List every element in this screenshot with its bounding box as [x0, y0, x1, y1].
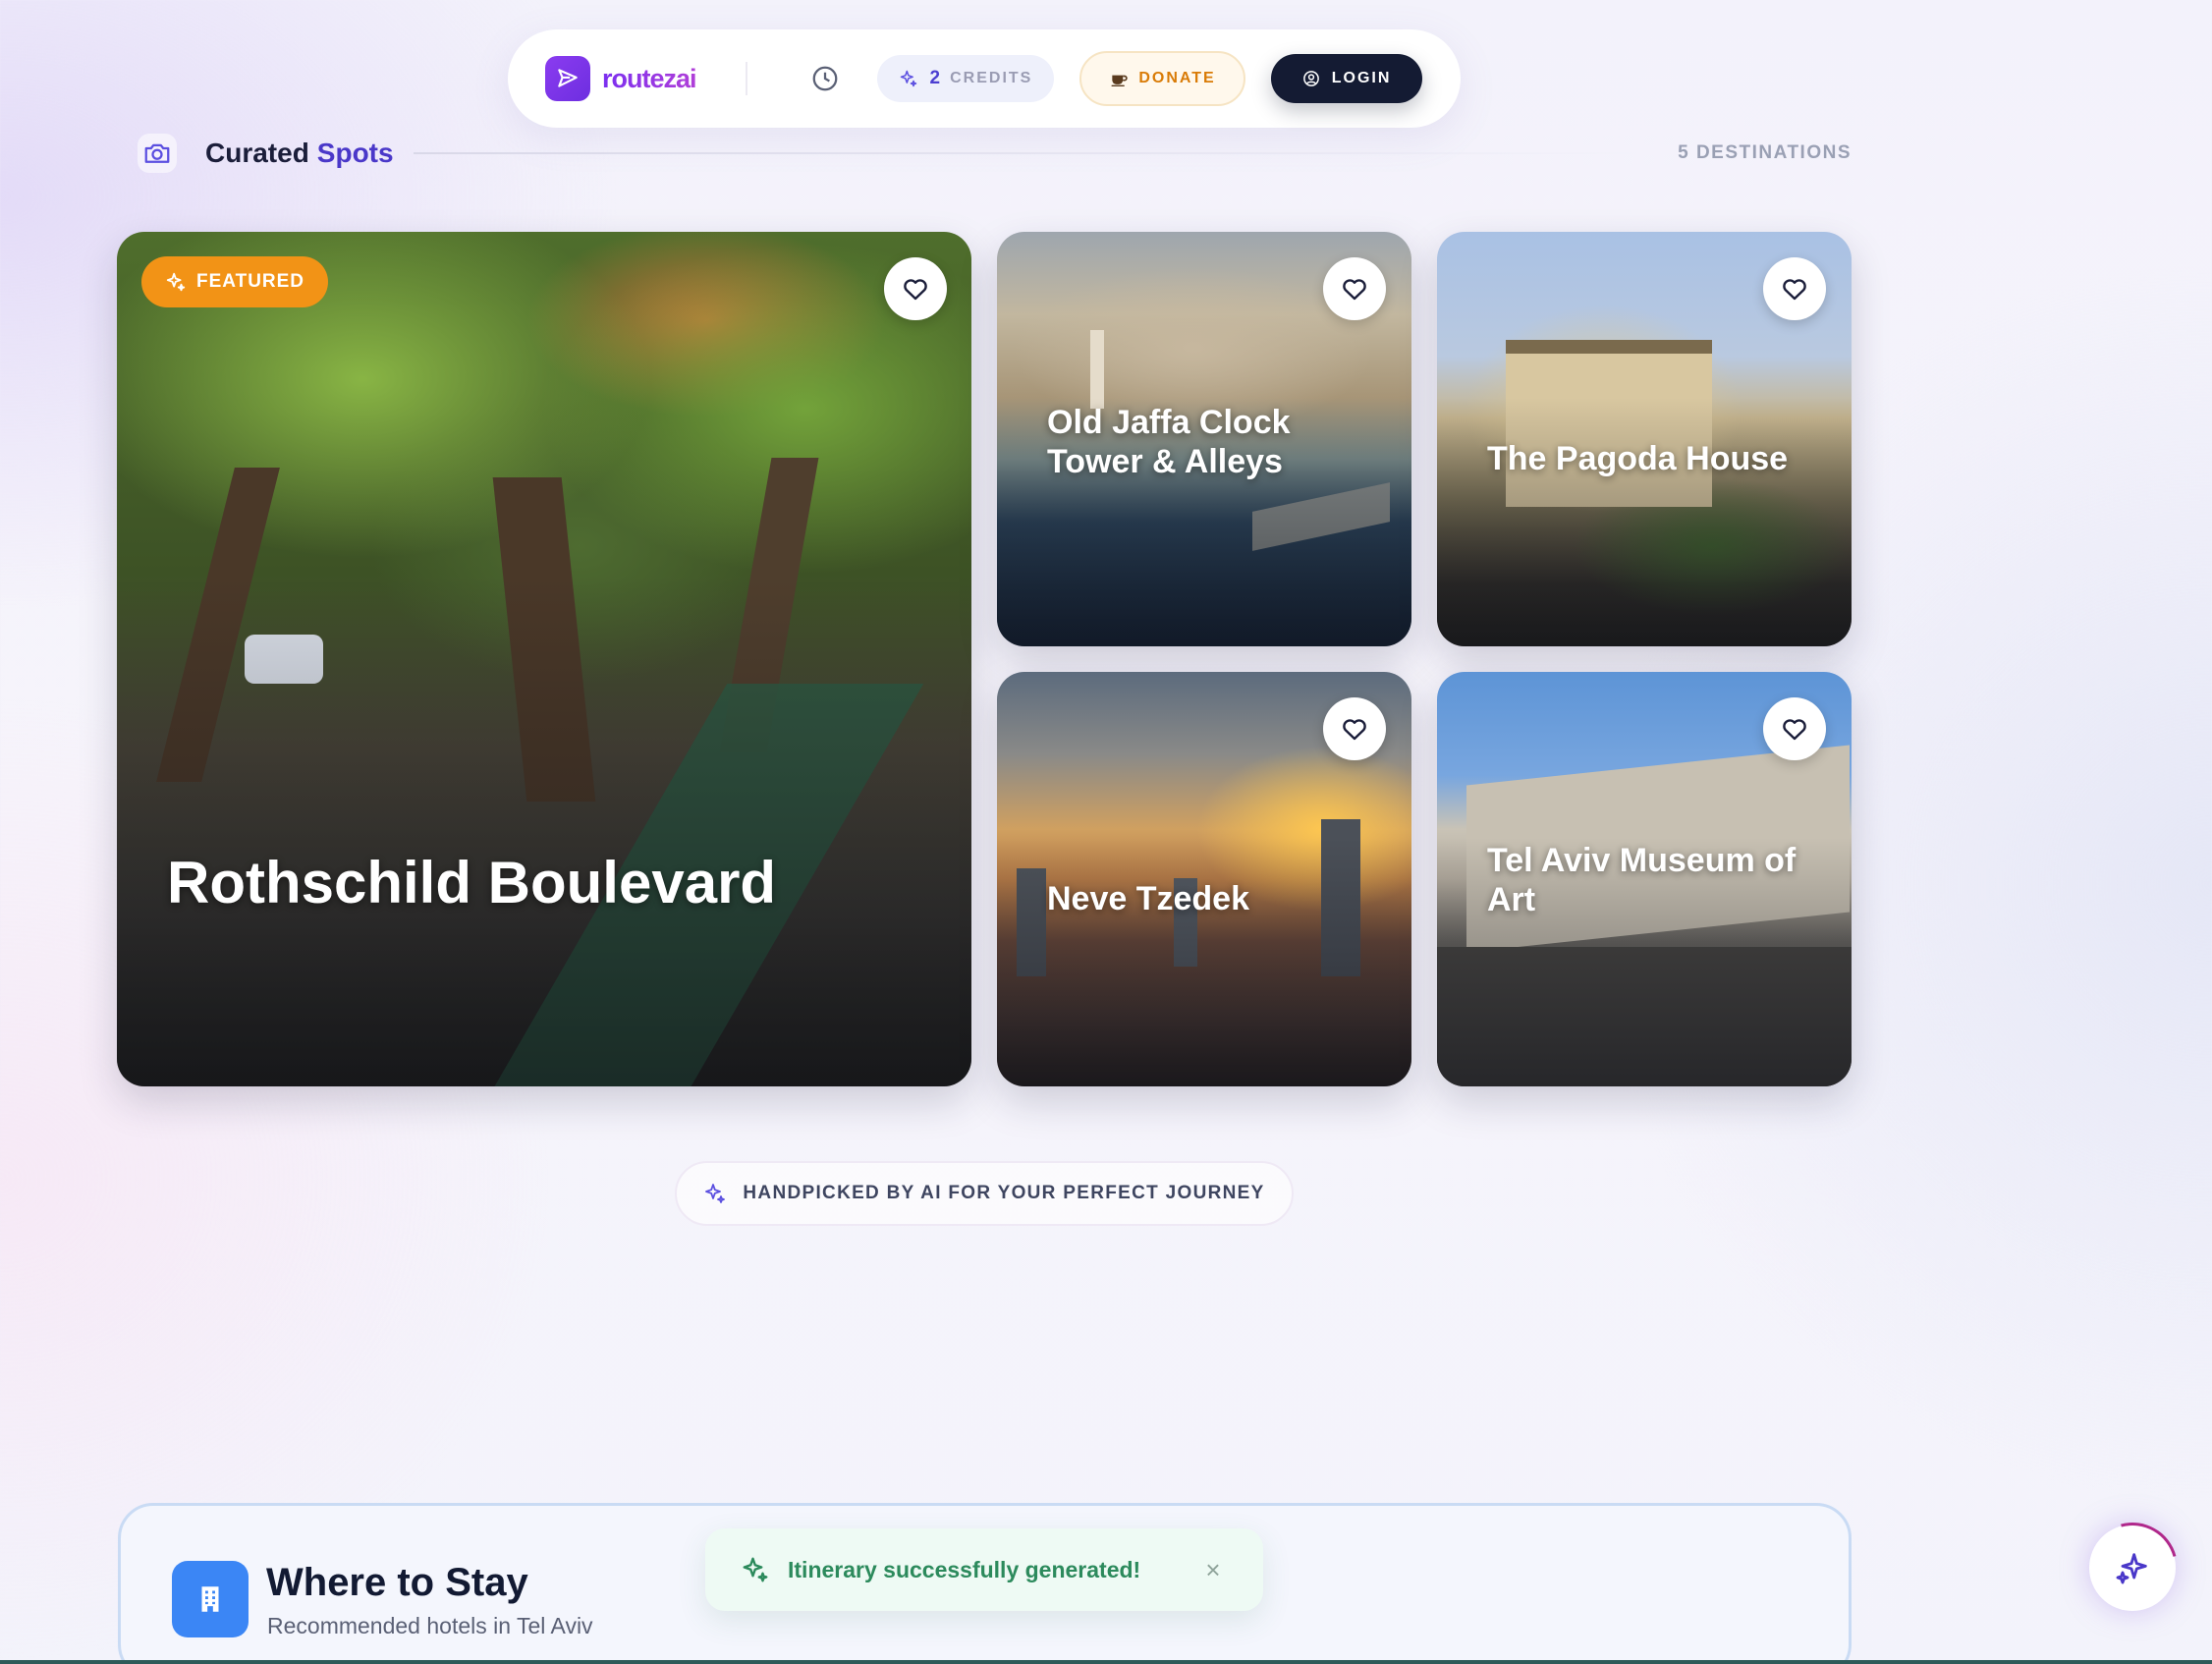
- credits-label: CREDITS: [950, 70, 1033, 86]
- curated-spots-header: Curated Spots 5 DESTINATIONS: [138, 133, 1852, 174]
- credits-pill[interactable]: 2 CREDITS: [876, 55, 1055, 102]
- ai-handpicked-pill: HANDPICKED BY AI FOR YOUR PERFECT JOURNE…: [675, 1161, 1294, 1226]
- featured-label: FEATURED: [196, 271, 305, 292]
- camera-icon: [138, 134, 177, 173]
- spot-title: Rothschild Boulevard: [167, 850, 777, 915]
- section-divider: [413, 152, 1639, 154]
- login-label: LOGIN: [1331, 70, 1392, 86]
- stay-subtitle: Recommended hotels in Tel Aviv: [267, 1613, 593, 1638]
- coffee-icon: [1111, 75, 1129, 86]
- spot-card-rothschild-boulevard[interactable]: FEATURED Rothschild Boulevard: [117, 232, 971, 1086]
- ai-assistant-button[interactable]: [2071, 1506, 2194, 1630]
- heart-icon: [904, 279, 927, 301]
- spot-title: Old Jaffa Clock Tower & Alleys: [1047, 404, 1291, 480]
- nav-divider: [745, 62, 747, 95]
- spot-card-tel-aviv-museum[interactable]: Tel Aviv Museum of Art: [1437, 672, 1852, 1086]
- section-title: Curated: [205, 138, 309, 168]
- heart-icon: [1343, 719, 1366, 741]
- donate-button[interactable]: DONATE: [1079, 51, 1245, 106]
- history-button[interactable]: [808, 62, 842, 95]
- spot-title: The Pagoda House: [1487, 440, 1789, 477]
- spot-card-pagoda-house[interactable]: The Pagoda House: [1437, 232, 1852, 646]
- heart-icon: [1343, 279, 1366, 301]
- sparkle-icon: [705, 1184, 726, 1203]
- spot-title: Tel Aviv Museum of Art: [1487, 842, 1797, 918]
- ai-pill-label: HANDPICKED BY AI FOR YOUR PERFECT JOURNE…: [743, 1183, 1265, 1203]
- toast-message: Itinerary successfully generated!: [788, 1556, 1141, 1582]
- close-icon[interactable]: ×: [1198, 1555, 1228, 1585]
- favorite-button[interactable]: [884, 257, 947, 320]
- stay-title: Where to Stay: [266, 1561, 528, 1604]
- favorite-button[interactable]: [1763, 257, 1826, 320]
- loading-arc: [2071, 1506, 2194, 1630]
- success-toast: Itinerary successfully generated! ×: [705, 1528, 1263, 1611]
- sparkle-icon: [166, 272, 186, 292]
- heart-icon: [1783, 279, 1806, 301]
- favorite-button[interactable]: [1763, 697, 1826, 760]
- section-title-accent: Spots: [316, 138, 394, 168]
- user-circle-icon: [1302, 71, 1319, 86]
- featured-badge: FEATURED: [141, 256, 329, 307]
- spot-card-old-jaffa[interactable]: Old Jaffa Clock Tower & Alleys: [997, 232, 1411, 646]
- heart-icon: [1783, 719, 1806, 741]
- login-button[interactable]: LOGIN: [1270, 54, 1423, 103]
- favorite-button[interactable]: [1323, 697, 1386, 760]
- top-navbar: routezai 2 CREDITS DONATE LOGIN: [508, 29, 1461, 128]
- building-icon: [172, 1561, 249, 1637]
- credits-count: 2: [929, 68, 941, 88]
- sparkle-icon: [900, 70, 916, 87]
- send-icon: [558, 69, 578, 87]
- spot-card-neve-tzedek[interactable]: Neve Tzedek: [997, 672, 1411, 1086]
- logo-mark[interactable]: [545, 56, 590, 101]
- sparkle-icon: [743, 1557, 768, 1582]
- clock-icon: [812, 66, 837, 91]
- bottom-edge: [0, 1660, 2212, 1664]
- spot-title: Neve Tzedek: [1047, 880, 1249, 917]
- favorite-button[interactable]: [1323, 257, 1386, 320]
- donate-label: DONATE: [1138, 70, 1216, 86]
- logo-text[interactable]: routezai: [602, 64, 697, 94]
- destinations-count: 5 DESTINATIONS: [1678, 142, 1852, 163]
